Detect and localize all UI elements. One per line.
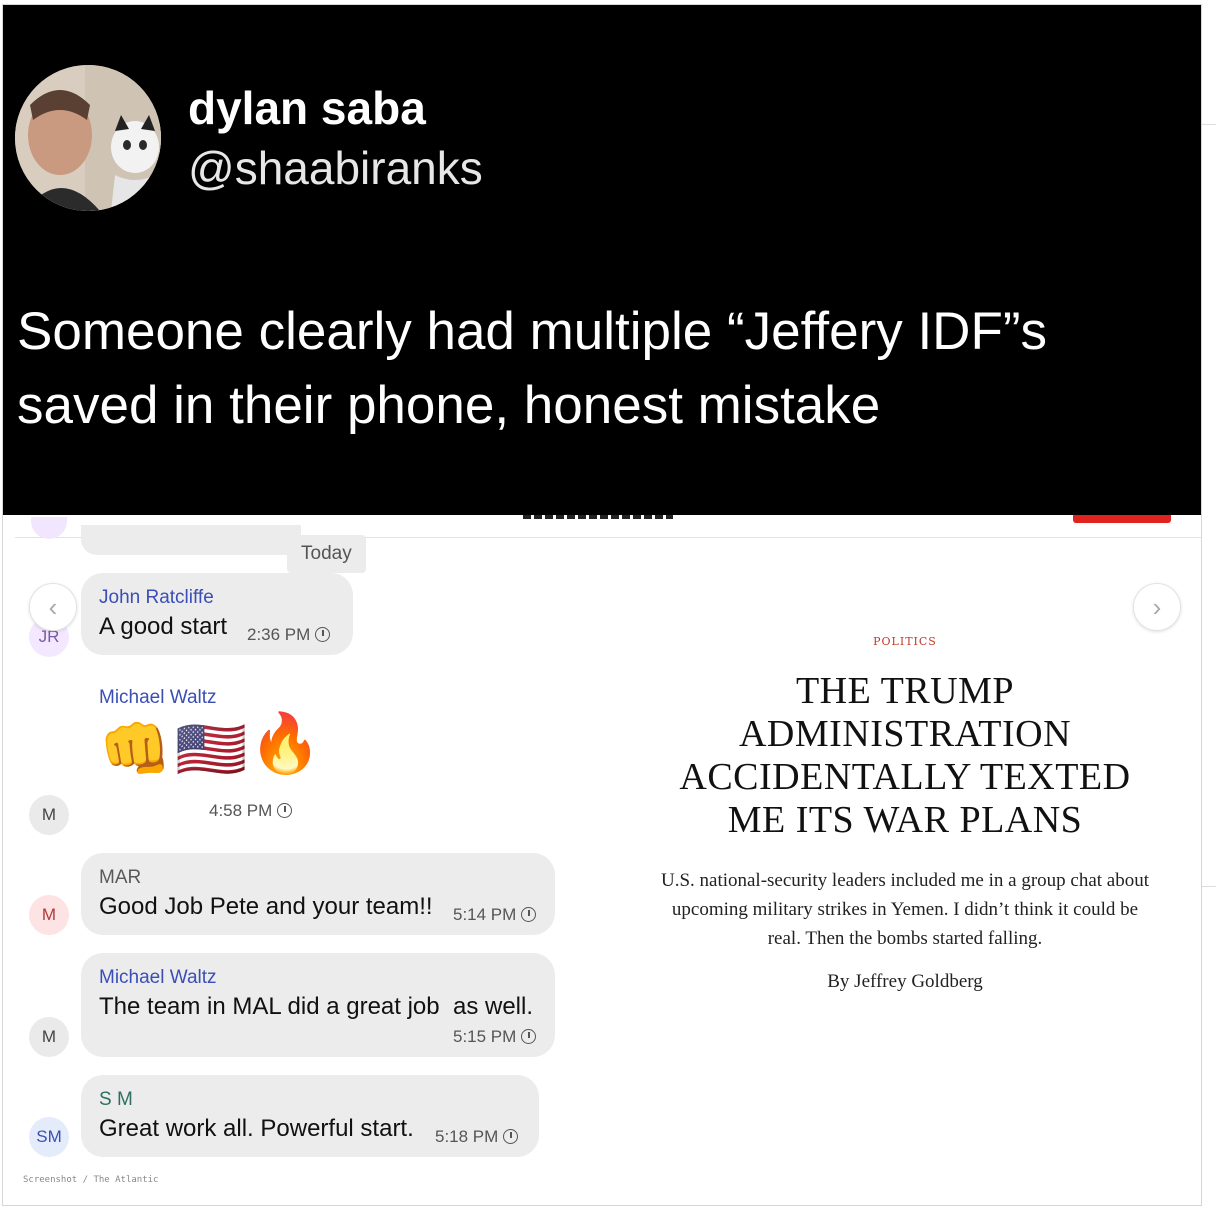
message-text: Great work all. Powerful start. [99,1115,414,1142]
red-accent-bar [1073,515,1171,523]
sender-name: Michael Waltz [99,967,217,988]
message-bubble: S M Great work all. Powerful start. 5:18… [81,1075,539,1157]
sender-name: S M [99,1089,133,1110]
message-bubble: MAR Good Job Pete and your team!! 5:14 P… [81,853,555,935]
article-byline[interactable]: By Jeffrey Goldberg [655,971,1155,993]
message-time: 2:36 PM [247,625,331,645]
divider [1202,124,1216,125]
article-headline[interactable]: THE TRUMP ADMINISTRATION ACCIDENTALLY TE… [655,670,1155,842]
avatar-m: M [29,895,69,935]
clock-icon [521,1029,537,1044]
article-dek: U.S. national-security leaders included … [660,870,1150,949]
tweet-header: dylan saba @shaabiranks Someone clearly … [3,5,1201,515]
message-time: 5:14 PM [453,905,537,925]
message-text: The team in MAL did a great job as well. [99,993,533,1020]
message-bubble: Michael Waltz The team in MAL did a grea… [81,953,555,1057]
divider [1202,886,1216,887]
clock-icon [503,1129,519,1144]
message-text: Good Job Pete and your team!! [99,893,433,920]
message-bubble: John Ratcliffe A good start 2:36 PM [81,573,353,655]
fist-emoji: 👊 [99,717,172,782]
image-caption: Screenshot / The Atlantic [23,1175,159,1185]
article-preview[interactable]: POLITICS THE TRUMP ADMINISTRATION ACCIDE… [655,635,1155,993]
avatar-m: M [29,795,69,835]
message-text: A good start [99,613,228,640]
previous-button[interactable]: ‹ [29,583,77,631]
avatar-sm: SM [29,1117,69,1157]
message-time: 4:58 PM [209,801,293,821]
next-button[interactable]: › [1133,583,1181,631]
chevron-right-icon: › [1152,591,1162,622]
post-frame: dylan saba @shaabiranks Someone clearly … [2,4,1202,1206]
group-chat: Today JR John Ratcliffe A good start 2:3… [15,515,575,1205]
avatar-m: M [29,1017,69,1057]
tweet-text: Someone clearly had multiple “Jeffery ID… [17,302,1047,435]
previous-bubble [81,525,301,555]
user-handle[interactable]: @shaabiranks [188,141,483,195]
display-name[interactable]: dylan saba [188,81,426,135]
clock-icon [315,627,331,642]
profile-avatar[interactable] [15,65,161,211]
sender-name: John Ratcliffe [99,587,214,608]
date-divider: Today [287,535,366,573]
avatar-chip [31,517,67,539]
embedded-screenshot: Today JR John Ratcliffe A good start 2:3… [15,515,1201,1205]
clock-icon [521,907,537,922]
chevron-left-icon: ‹ [48,591,58,622]
fire-emoji: 🔥 [249,711,322,776]
section-kicker[interactable]: POLITICS [655,635,1155,648]
message-time: 5:15 PM [453,1027,537,1047]
sender-name: Michael Waltz [99,687,217,708]
clock-icon [277,803,293,818]
message-time: 5:18 PM [435,1127,519,1147]
us-flag-emoji: 🇺🇸 [175,717,248,782]
sender-name: MAR [99,867,142,888]
